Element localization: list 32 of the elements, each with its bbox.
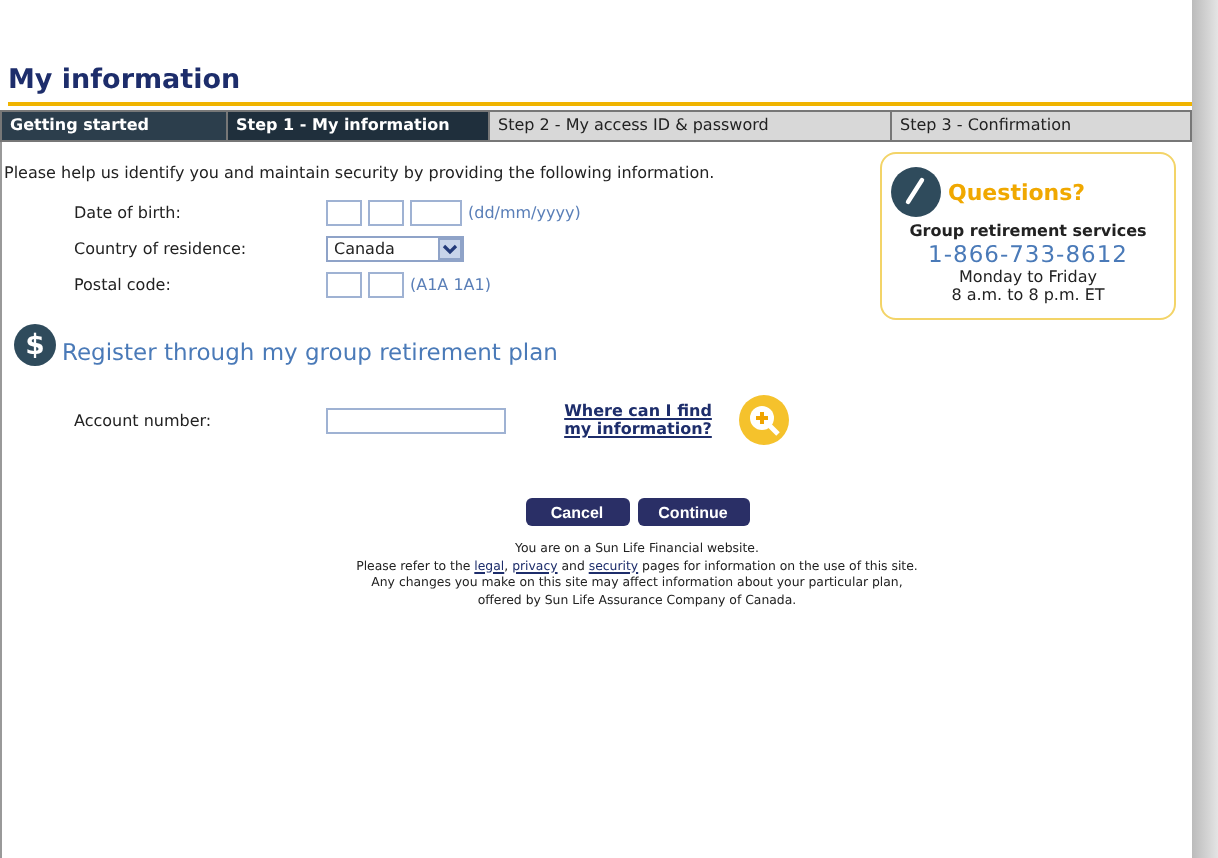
country-dropdown[interactable]: Canada: [326, 235, 464, 261]
intro-text: Please help us identify you and maintain security by providing the following information.: [2, 164, 717, 182]
input-field[interactable]: [368, 199, 404, 225]
action-button[interactable]: Cancel: [525, 498, 629, 526]
phone-number: 1-866-733-8612: [928, 240, 1128, 268]
field-label: Postal code:: [74, 275, 173, 293]
input-field[interactable]: [368, 271, 404, 297]
section-heading: Register through my group retirement plan: [62, 338, 558, 366]
action-button[interactable]: Continue: [637, 498, 749, 526]
hours-days: Monday to Friday: [959, 268, 1097, 286]
field-label: Date of birth:: [74, 203, 183, 221]
field-label: Country of residence:: [74, 239, 249, 257]
zoom-in-icon[interactable]: [738, 394, 790, 446]
input-field[interactable]: [326, 271, 362, 297]
field-label: Account number:: [74, 411, 214, 429]
help-link[interactable]: Where can I find my information?: [562, 402, 714, 438]
step-tab[interactable]: Step 1 - My information: [228, 112, 490, 140]
input-field[interactable]: [326, 199, 362, 225]
format-hint: (dd/mm/yyyy): [468, 203, 581, 221]
account-number-field[interactable]: [326, 407, 506, 433]
dollar-icon: $: [14, 324, 56, 366]
questions-title: Questions?: [948, 179, 1086, 205]
step-tab[interactable]: Step 2 - My access ID & password: [490, 112, 892, 140]
phone-icon: [890, 166, 942, 218]
format-hint: (A1A 1A1): [410, 275, 491, 293]
caret-icon: [438, 237, 462, 259]
input-field[interactable]: [410, 199, 462, 225]
step-tab[interactable]: Step 3 - Confirmation: [892, 112, 1190, 140]
step-tab[interactable]: Getting started: [2, 112, 228, 140]
hours-time: 8 a.m. to 8 p.m. ET: [951, 286, 1105, 304]
page-title: My information: [8, 64, 1192, 106]
service-name: Group retirement services: [909, 222, 1147, 240]
